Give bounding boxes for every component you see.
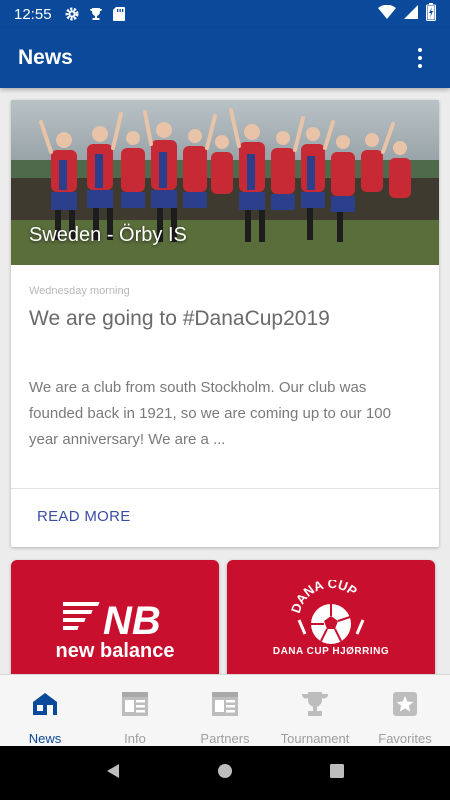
news-card-caption: Sweden - Örby IS <box>29 224 187 246</box>
nav-item-news[interactable]: News <box>0 675 90 746</box>
nav-label-partners: Partners <box>200 731 250 746</box>
signal-icon <box>404 4 418 24</box>
dana-cup-logo: DANA CUP DANA CUP HJØRRING <box>273 576 389 669</box>
more-vert-icon[interactable] <box>408 43 432 73</box>
new-balance-logo-icon: NB <box>51 598 167 643</box>
news-card-title: We are going to #DanaCup2019 <box>29 307 330 330</box>
page-title: News <box>18 46 73 69</box>
news-card-excerpt: We are a club from south Stockholm. Our … <box>29 379 391 448</box>
status-time: 12:55 <box>14 5 52 23</box>
news-card-image[interactable]: Sweden - Örby IS <box>11 100 439 265</box>
read-more-button[interactable]: READ MORE <box>37 508 131 525</box>
nav-item-info[interactable]: Info <box>90 675 180 746</box>
news-feed[interactable]: Sweden - Örby IS Wednesday morning We ar… <box>0 88 450 674</box>
home-icon[interactable] <box>217 763 233 784</box>
divider <box>11 488 439 489</box>
nav-label-news: News <box>28 731 62 746</box>
recents-icon[interactable] <box>329 763 345 784</box>
trophy-icon <box>300 689 330 719</box>
partner-tile-dana-cup[interactable]: DANA CUP DANA CUP HJØRRING <box>227 560 435 674</box>
nav-label-info: Info <box>124 731 146 746</box>
trophy-icon <box>88 6 104 22</box>
status-bar: 12:55 <box>0 0 450 28</box>
partner-tile-new-balance[interactable]: NB new balance <box>11 560 219 674</box>
star-icon <box>392 689 418 719</box>
article-icon <box>121 689 149 719</box>
article-icon <box>211 689 239 719</box>
nav-label-favorites: Favorites <box>378 731 432 746</box>
nav-item-favorites[interactable]: Favorites <box>360 675 450 746</box>
partners-row: NB new balance DANA CUP DANA CUP HJØRRIN… <box>11 560 439 674</box>
nav-label-tournament: Tournament <box>280 731 350 746</box>
wifi-icon <box>378 4 396 24</box>
sd-card-icon <box>112 6 126 22</box>
partner-name-new-balance: new balance <box>55 640 175 662</box>
back-icon[interactable] <box>105 763 121 784</box>
news-card[interactable]: Sweden - Örby IS Wednesday morning We ar… <box>11 100 439 547</box>
bottom-nav: News Info Partners Tournament Favorites <box>0 674 450 746</box>
system-nav-bar <box>0 746 450 800</box>
battery-icon <box>426 2 436 26</box>
nav-item-tournament[interactable]: Tournament <box>270 675 360 746</box>
nav-item-partners[interactable]: Partners <box>180 675 270 746</box>
gear-icon <box>64 6 80 22</box>
svg-text:NB: NB <box>103 599 161 638</box>
news-card-date: Wednesday morning <box>29 285 130 297</box>
app-bar: News <box>0 28 450 88</box>
partner-name-dana-cup: DANA CUP HJØRRING <box>272 646 390 657</box>
home-icon <box>31 689 59 719</box>
